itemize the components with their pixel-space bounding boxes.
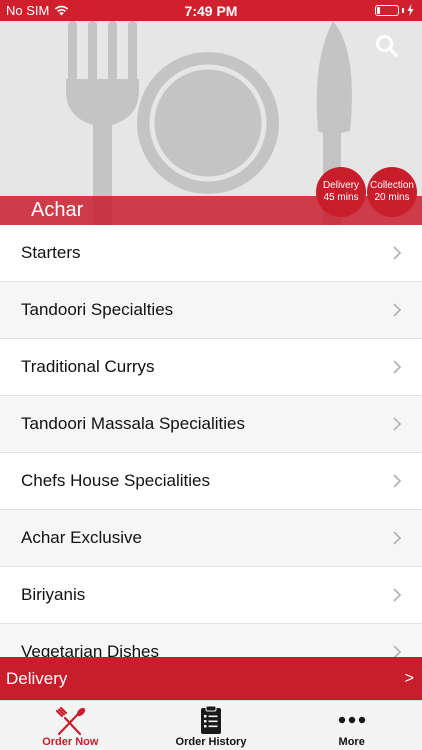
clipboard-icon <box>201 705 221 734</box>
category-label: Vegetarian Dishes <box>21 642 159 657</box>
category-label: Starters <box>21 243 81 262</box>
more-dots-icon <box>338 716 365 724</box>
category-row-tandoori-massala[interactable]: Tandoori Massala Specialities <box>0 396 422 453</box>
tab-order-history[interactable]: Order History <box>141 701 282 750</box>
category-label: Biriyanis <box>21 585 86 604</box>
category-row-starters[interactable]: Starters <box>0 225 422 282</box>
category-label: Achar Exclusive <box>21 528 142 547</box>
chevron-right-icon <box>393 474 402 488</box>
category-label: Chefs House Specialities <box>21 471 210 490</box>
chevron-right-icon <box>393 588 402 602</box>
category-row-tandoori-specialties[interactable]: Tandoori Specialties <box>0 282 422 339</box>
collection-time-badge: Collection 20 mins <box>367 167 417 217</box>
delivery-mode-bar[interactable]: Delivery > <box>0 657 422 700</box>
chevron-right-icon <box>393 360 402 374</box>
battery-icon <box>375 4 399 16</box>
tab-label: Order Now <box>42 736 99 748</box>
delivery-badge-title: Delivery <box>322 180 360 191</box>
category-label: Tandoori Specialties <box>21 300 174 319</box>
chevron-right-icon <box>393 531 402 545</box>
tab-more[interactable]: More <box>281 701 422 750</box>
status-right <box>375 4 414 16</box>
chevron-right-icon <box>393 645 402 657</box>
delivery-mode-label: Delivery <box>6 668 68 688</box>
category-row-vegetarian-dishes[interactable]: Vegetarian Dishes <box>0 624 422 657</box>
category-row-achar-exclusive[interactable]: Achar Exclusive <box>0 510 422 567</box>
tab-label: More <box>338 736 365 748</box>
delivery-badge-time: 45 mins <box>323 192 359 203</box>
collection-badge-title: Collection <box>370 180 414 191</box>
battery-tip <box>402 7 404 13</box>
tab-label: Order History <box>175 736 247 748</box>
delivery-arrow-icon: > <box>404 669 414 687</box>
category-row-biriyanis[interactable]: Biriyanis <box>0 567 422 624</box>
restaurant-header: Achar Delivery 45 mins Collection 20 min… <box>0 21 422 225</box>
category-row-chefs-house[interactable]: Chefs House Specialities <box>0 453 422 510</box>
search-button[interactable] <box>374 33 400 59</box>
menu-category-list[interactable]: Starters Tandoori Specialties Traditiona… <box>0 225 422 657</box>
restaurant-name: Achar <box>31 199 84 221</box>
chevron-right-icon <box>393 246 402 260</box>
category-row-traditional-currys[interactable]: Traditional Currys <box>0 339 422 396</box>
status-time: 7:49 PM <box>184 3 238 19</box>
bottom-tab-bar: Order Now Order History More <box>0 700 422 750</box>
charging-icon <box>407 4 414 16</box>
chevron-right-icon <box>393 417 402 431</box>
tab-order-now[interactable]: Order Now <box>0 701 141 750</box>
status-bar: No SIM 7:49 PM <box>0 0 422 21</box>
delivery-time-badge: Delivery 45 mins <box>316 167 366 217</box>
category-label: Traditional Currys <box>21 357 155 376</box>
chevron-right-icon <box>393 303 402 317</box>
fork-knife-icon <box>56 706 86 736</box>
search-icon <box>376 35 398 57</box>
category-label: Tandoori Massala Specialities <box>21 414 245 433</box>
collection-badge-time: 20 mins <box>374 192 410 203</box>
